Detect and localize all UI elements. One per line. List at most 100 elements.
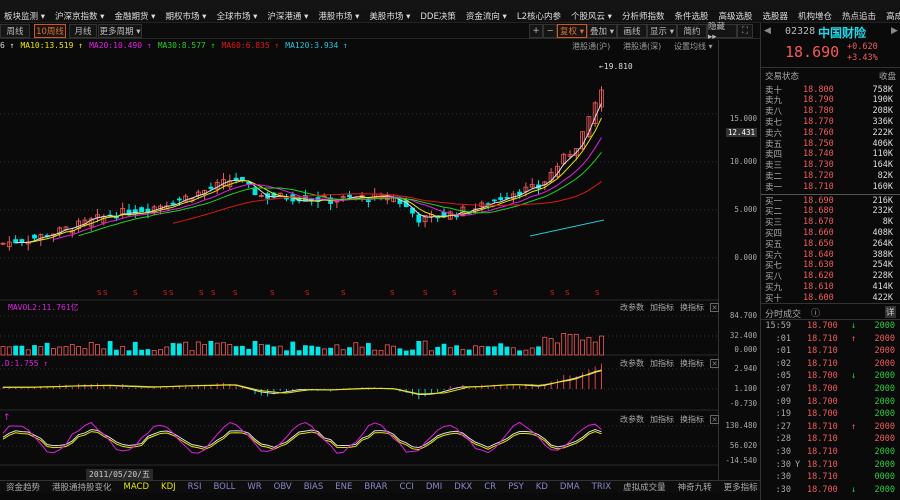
add-indicator-link[interactable]: 加指标 (650, 358, 674, 369)
volume-bar (284, 350, 289, 356)
level-volume: 228K (872, 271, 893, 282)
period-10week[interactable]: 10周线 (34, 24, 66, 38)
draw-line-button[interactable]: 画线 (617, 24, 647, 38)
indicator-tab[interactable]: 虚拟成交量 (617, 481, 672, 493)
add-indicator-link[interactable]: 加指标 (650, 302, 674, 313)
indicator-tab[interactable]: BIAS (298, 482, 330, 492)
edit-params-link[interactable]: 改参数 (620, 414, 644, 425)
volume-bar (233, 346, 239, 356)
indicator-tab[interactable]: CR (478, 482, 502, 492)
menu-item[interactable]: 分析师指数 (618, 10, 671, 22)
level-volume: 164K (872, 160, 893, 171)
menu-item[interactable]: 港股市场 ▾ (314, 10, 365, 22)
kdj-pane-actions: 改参数 加指标 换指标 ✕ (620, 414, 719, 425)
menu-item[interactable]: 期权市场 ▾ (161, 10, 212, 22)
level-price: 18.760 (803, 127, 834, 138)
level-volume: 254K (872, 260, 893, 271)
zoom-in-button[interactable]: + (529, 24, 543, 38)
edit-params-link[interactable]: 改参数 (620, 358, 644, 369)
menu-item[interactable]: 机构增仓 (794, 10, 838, 22)
indicator-tab[interactable]: KDJ (155, 482, 182, 492)
menu-item[interactable]: 板块监测 ▾ (0, 10, 51, 22)
overlay-button[interactable]: 叠加 ▾ (587, 24, 617, 38)
indicator-tab[interactable]: PSY (502, 482, 530, 492)
menu-item[interactable]: DDE决策 (416, 10, 461, 22)
prev-stock-arrow-icon[interactable]: ◀ (764, 26, 771, 36)
indicator-tab[interactable]: 资金趋势 (0, 481, 46, 493)
vol-legend: MAVOL2:11.761亿 (8, 303, 79, 312)
close-icon[interactable]: ✕ (710, 415, 719, 424)
trade-direction-icon: ↑ (851, 333, 857, 344)
indicator-tab[interactable]: ENE (329, 482, 358, 492)
close-icon[interactable]: ✕ (710, 359, 719, 368)
menu-item[interactable]: 高成长性 (882, 10, 900, 22)
indicator-tab[interactable]: 更多指标 (718, 481, 764, 493)
volume-bar (410, 349, 415, 356)
ask-level[interactable]: 卖一 18.710 160K (765, 181, 897, 193)
menu-item[interactable]: 热点追击 (838, 10, 882, 22)
indicator-tab[interactable]: KD (530, 482, 554, 492)
candle (498, 197, 504, 200)
volume-bar (347, 347, 352, 356)
hide-button[interactable]: 隐藏 ▸▸ (707, 22, 737, 42)
menu-item[interactable]: 沪深港通 ▾ (263, 10, 314, 22)
close-icon[interactable]: ✕ (710, 303, 719, 312)
level-volume: 160K (872, 181, 893, 192)
bid-level[interactable]: 买十 18.600 422K (765, 292, 897, 304)
indicator-tab[interactable]: WR (241, 482, 267, 492)
level-price: 18.740 (803, 149, 834, 160)
add-indicator-link[interactable]: 加指标 (650, 414, 674, 425)
indicator-tab[interactable]: 神奇九转 (672, 481, 718, 493)
switch-indicator-link[interactable]: 换指标 (680, 302, 704, 313)
indicator-tab[interactable]: BOLL (207, 482, 241, 492)
indicator-tab[interactable]: RSI (182, 482, 208, 492)
menu-item[interactable]: 美股市场 ▾ (365, 10, 416, 22)
info-icon[interactable]: ⓘ (811, 306, 820, 319)
indicator-tab[interactable]: CCI (394, 482, 420, 492)
ma120-line (529, 219, 605, 237)
period-week[interactable]: 周线 (0, 24, 30, 38)
indicator-tab[interactable]: DMI (420, 482, 448, 492)
fullscreen-button[interactable]: ⛶ (737, 24, 753, 38)
zoom-out-button[interactable]: − (543, 24, 557, 38)
indicator-tab[interactable]: TRIX (586, 482, 617, 492)
volume-bar (504, 346, 510, 356)
period-month[interactable]: 月线 (69, 24, 97, 38)
menu-item[interactable]: 资金流向 ▾ (462, 10, 513, 22)
indicator-tab[interactable]: DMA (554, 482, 586, 492)
menu-item[interactable]: 金融期货 ▾ (110, 10, 161, 22)
axis-label: 32.400 (729, 331, 757, 340)
menu-item[interactable]: 全球市场 ▾ (212, 10, 263, 22)
level-price: 18.730 (803, 160, 834, 171)
trade-price: 18.710 (807, 358, 838, 369)
adjust-button[interactable]: 复权 ▾ (557, 24, 587, 38)
period-more[interactable]: 更多周期 ▾ (98, 24, 142, 38)
volume-bar (25, 349, 31, 356)
volume-bar (328, 347, 334, 356)
menu-item[interactable]: 沪深京指数 ▾ (51, 10, 110, 22)
simple-button[interactable]: 简约 (677, 24, 707, 38)
indicator-tab[interactable]: 港股通持股变化 (46, 481, 118, 493)
volume-bar (378, 350, 384, 356)
edit-params-link[interactable]: 改参数 (620, 302, 644, 313)
indicator-tab[interactable]: OBV (268, 482, 298, 492)
volume-bar (246, 348, 252, 356)
switch-indicator-link[interactable]: 换指标 (680, 358, 704, 369)
trades-detail-button[interactable]: 详 (885, 306, 896, 318)
axis-label: 15.000 (729, 114, 757, 123)
display-button[interactable]: 显示 ▾ (647, 24, 677, 38)
menu-item[interactable]: L2核心内参 (513, 10, 567, 22)
signal-marker: S (452, 289, 457, 297)
indicator-tab[interactable]: BRAR (358, 482, 393, 492)
indicator-tab[interactable]: DKX (448, 482, 478, 492)
signal-marker: S (493, 289, 498, 297)
switch-indicator-link[interactable]: 换指标 (680, 414, 704, 425)
kline-chart[interactable]: SSSSSSSSSSSSSSSSSS (0, 40, 718, 480)
menu-item[interactable]: 个股风云 ▾ (567, 10, 618, 22)
indicator-tab[interactable]: MACD (118, 482, 155, 492)
volume-bar (208, 340, 214, 356)
level-label: 卖一 (765, 182, 783, 193)
menu-item[interactable]: 选股器 (759, 10, 795, 22)
level-volume: 414K (872, 281, 893, 292)
next-stock-arrow-icon[interactable]: ▶ (891, 26, 898, 36)
